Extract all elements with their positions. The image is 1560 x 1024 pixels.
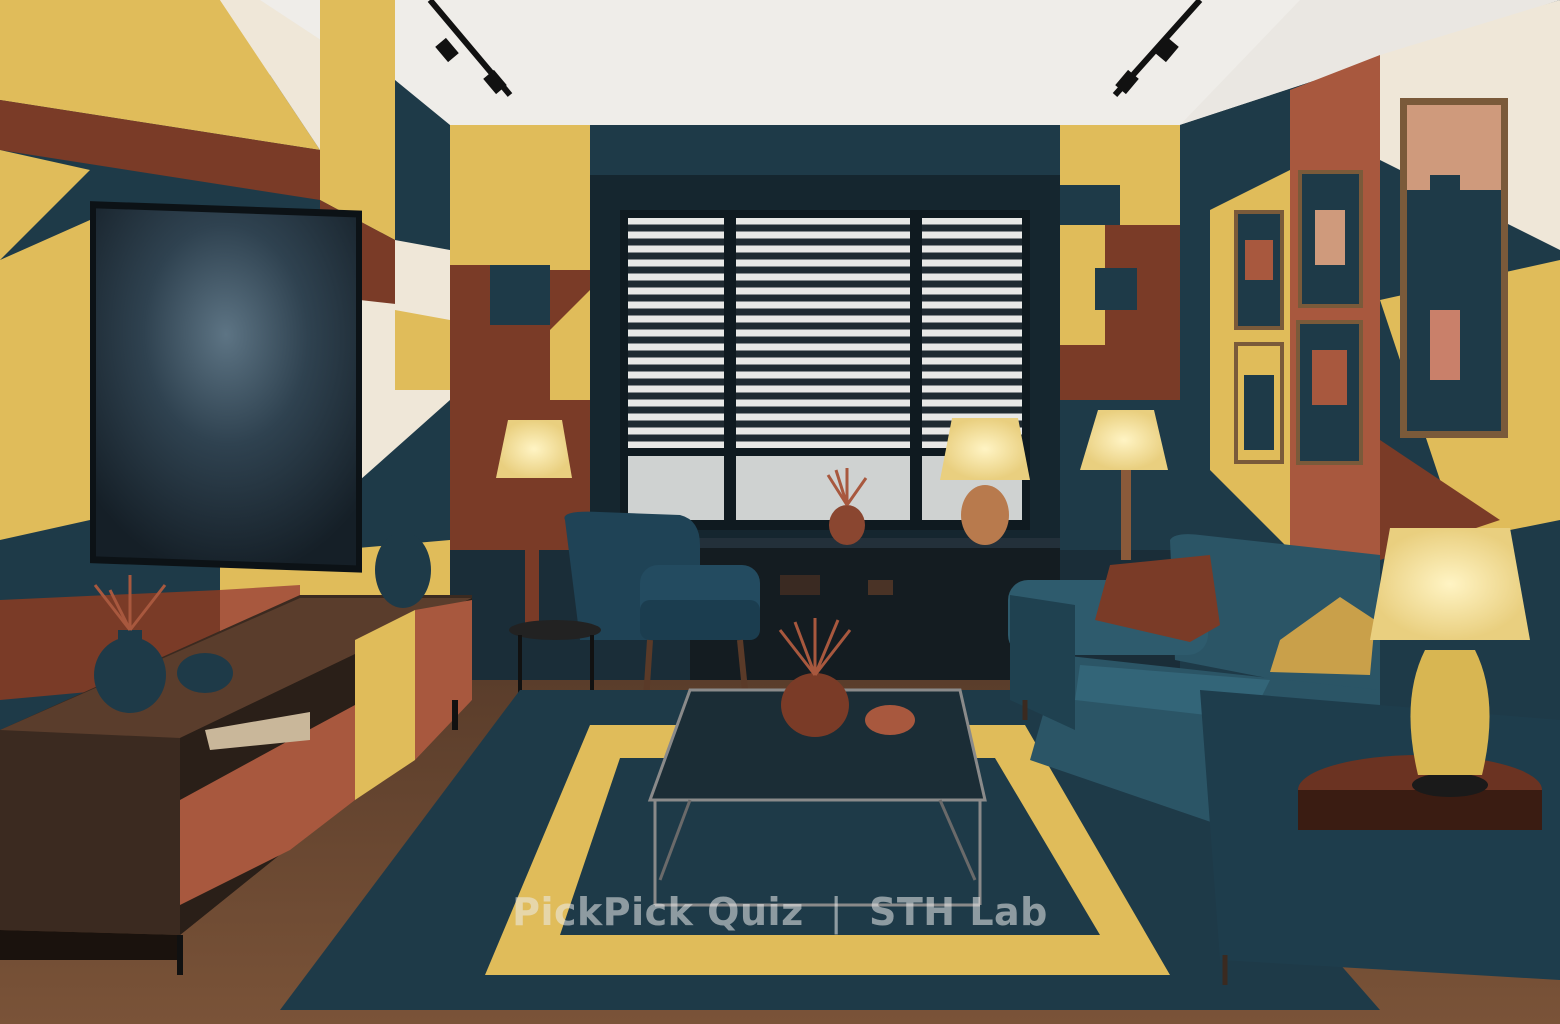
coffee-table-bowl [865,705,915,735]
living-room-scene: PickPick Quiz | STH Lab [0,0,1560,1024]
room-illustration [0,0,1560,1024]
watermark-separator: | [829,890,843,934]
watermark: PickPick Quiz | STH Lab [0,890,1560,934]
wall-tv [90,201,362,573]
watermark-right: STH Lab [869,890,1048,934]
watermark-left: PickPick Quiz [512,890,804,934]
